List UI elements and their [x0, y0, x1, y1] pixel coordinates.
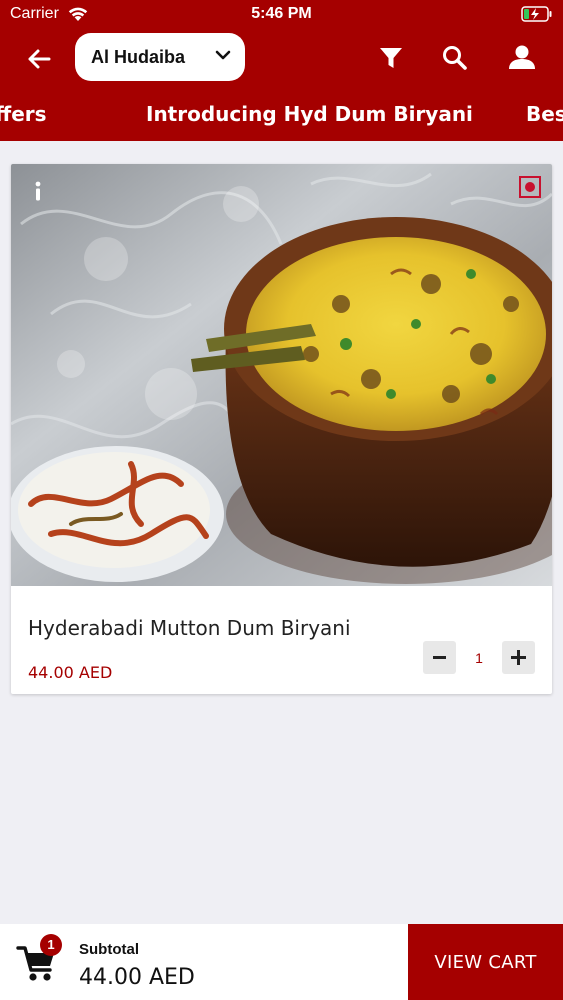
filter-icon[interactable]: [373, 40, 409, 76]
user-icon[interactable]: [504, 40, 540, 76]
non-veg-indicator: [519, 176, 541, 198]
chevron-down-icon: [215, 50, 231, 60]
branch-selector-label: Al Hudaiba: [91, 46, 186, 67]
nav-bar: Al Hudaiba: [0, 30, 563, 88]
menu-item-card[interactable]: Hyderabadi Mutton Dum Biryani 44.00 AED …: [11, 164, 552, 694]
battery-charging-icon: [521, 6, 552, 22]
decrease-quantity-button[interactable]: [423, 641, 456, 674]
category-tabs: Offers Introducing Hyd Dum Biryani Best: [0, 88, 563, 141]
status-bar: Carrier 5:46 PM: [0, 0, 563, 30]
tab-best[interactable]: Best: [526, 102, 563, 126]
cart-count-badge: 1: [40, 934, 62, 956]
item-photo[interactable]: [11, 164, 552, 586]
tab-offers[interactable]: Offers: [0, 102, 47, 126]
tab-hyd-dum-biryani[interactable]: Introducing Hyd Dum Biryani: [146, 102, 473, 126]
quantity-value: 1: [475, 650, 483, 666]
cart-summary-bar: 1 Subtotal 44.00 AED VIEW CART: [0, 924, 563, 1000]
search-icon[interactable]: [437, 40, 473, 76]
item-price: 44.00 AED: [28, 663, 113, 682]
subtotal-label: Subtotal: [79, 941, 139, 958]
plus-icon: [511, 650, 526, 665]
subtotal-value: 44.00 AED: [79, 965, 195, 990]
status-time: 5:46 PM: [251, 5, 312, 22]
item-name: Hyderabadi Mutton Dum Biryani: [28, 616, 351, 640]
app-header: Carrier 5:46 PM Al Hudaiba fers Introduc…: [0, 0, 563, 141]
info-icon[interactable]: [27, 178, 49, 204]
branch-selector[interactable]: Al Hudaiba: [75, 33, 245, 81]
increase-quantity-button[interactable]: [502, 641, 535, 674]
minus-icon: [433, 656, 446, 659]
view-cart-button[interactable]: VIEW CART: [408, 924, 563, 1000]
back-arrow-icon[interactable]: [22, 42, 56, 76]
